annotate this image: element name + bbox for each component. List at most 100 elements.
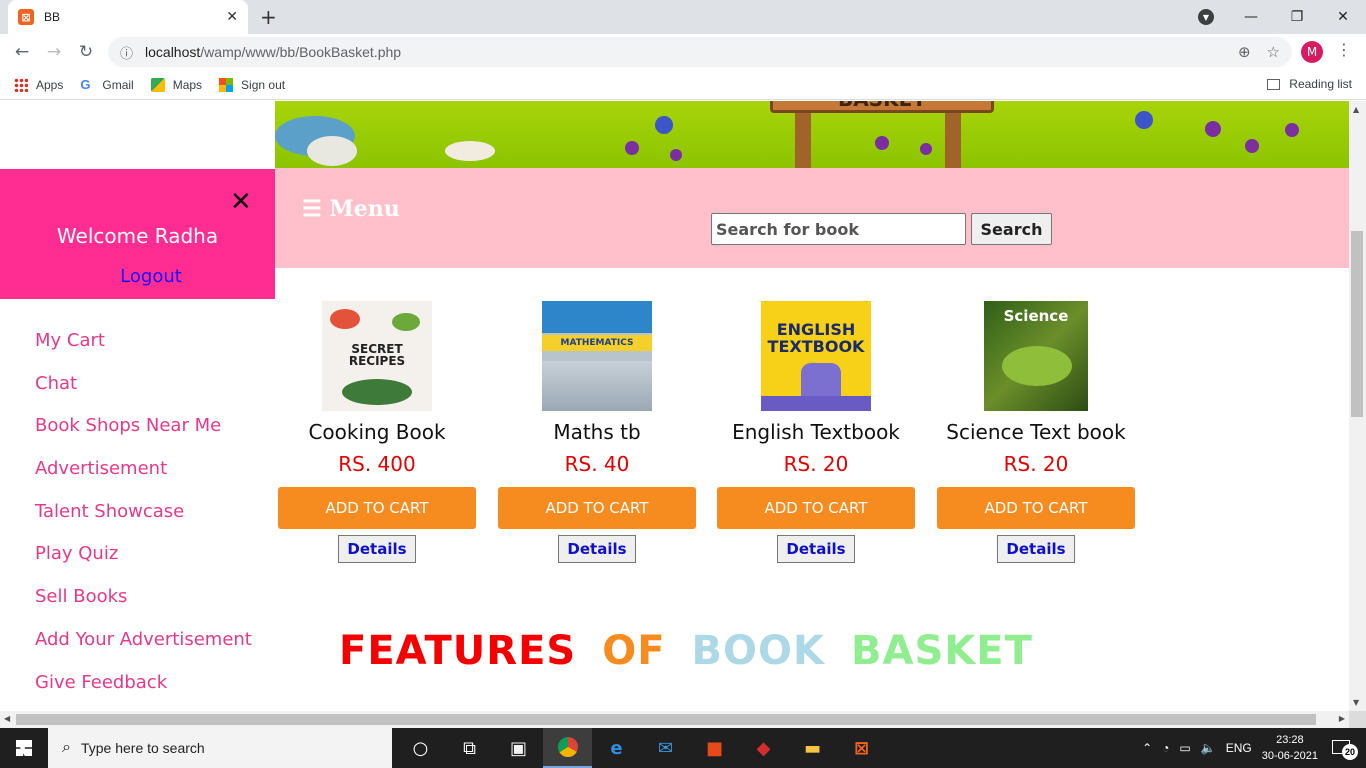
task-view-icon[interactable]: ⧉ bbox=[445, 728, 494, 768]
product-name: English Textbook bbox=[732, 420, 900, 444]
taskbar-search-box[interactable]: ⌕ Type here to search bbox=[48, 728, 392, 768]
volume-icon[interactable]: 🔈 bbox=[1201, 741, 1216, 755]
scroll-up-icon[interactable]: ▲ bbox=[1353, 105, 1359, 114]
add-to-cart-button[interactable]: ADD TO CART bbox=[498, 487, 696, 529]
features-word: FEATURES bbox=[339, 628, 577, 674]
search-input[interactable] bbox=[711, 213, 966, 245]
horizontal-scrollbar[interactable]: ◀ ▶ bbox=[0, 711, 1349, 728]
menu-button[interactable]: ☰ Menu bbox=[302, 196, 400, 222]
store-icon[interactable]: ▣ bbox=[494, 728, 543, 768]
bookmark-maps[interactable]: Maps bbox=[150, 77, 203, 92]
sidebar-item-talent-showcase[interactable]: Talent Showcase bbox=[35, 500, 252, 543]
sidebar-item-chat[interactable]: Chat bbox=[35, 372, 252, 415]
features-word: BOOK bbox=[691, 628, 826, 674]
zoom-icon[interactable]: ⊕ bbox=[1238, 43, 1251, 61]
add-to-cart-button[interactable]: ADD TO CART bbox=[937, 487, 1135, 529]
scrollbar-corner bbox=[1349, 711, 1366, 728]
taskbar-search-placeholder: Type here to search bbox=[80, 740, 205, 756]
reload-icon[interactable]: ↻ bbox=[70, 42, 102, 62]
logout-link[interactable]: Logout bbox=[0, 266, 302, 287]
bookmarks-bar: Apps G Gmail Maps Sign out Reading list bbox=[0, 70, 1366, 100]
bookmark-sign-out[interactable]: Sign out bbox=[219, 77, 286, 92]
url-text[interactable]: localhost/wamp/www/bb/BookBasket.php bbox=[145, 44, 1222, 60]
mail-icon[interactable]: ✉ bbox=[641, 728, 690, 768]
decor-flower bbox=[625, 141, 639, 155]
system-tray: ⌃ ◔ ▭ 🔈 ENG 23:28 30-06-2021 20 bbox=[1142, 728, 1366, 768]
new-tab-icon[interactable]: + bbox=[260, 5, 277, 29]
tray-chevron-icon[interactable]: ⌃ bbox=[1142, 741, 1152, 755]
welcome-text: Welcome Radha bbox=[56, 224, 219, 248]
header-banner: BASKET bbox=[275, 101, 1349, 168]
book-cover-image: ENGLISH TEXTBOOK bbox=[761, 301, 871, 411]
xampp-icon[interactable]: ⊠ bbox=[837, 728, 886, 768]
network-icon[interactable]: ◔ bbox=[1162, 741, 1169, 755]
banner-sign: BASKET bbox=[770, 101, 994, 113]
scroll-down-icon[interactable]: ▼ bbox=[1353, 698, 1359, 707]
windows-taskbar: ⌕ Type here to search ○ ⧉ ▣ e ✉ ■ ◆ ▬ ⊠ … bbox=[0, 728, 1366, 768]
features-word: OF bbox=[602, 628, 666, 674]
site-info-icon[interactable]: ⓘ bbox=[120, 43, 133, 62]
add-to-cart-button[interactable]: ADD TO CART bbox=[717, 487, 915, 529]
horizontal-scroll-thumb[interactable] bbox=[16, 714, 1316, 725]
bookmark-label: Maps bbox=[172, 77, 203, 92]
decor-leaf bbox=[445, 141, 495, 161]
bookmark-label: Sign out bbox=[241, 77, 286, 92]
clock-time: 23:28 bbox=[1276, 734, 1304, 746]
chrome-icon[interactable] bbox=[543, 728, 592, 768]
window-controls: — ❐ ✕ bbox=[1228, 0, 1366, 34]
restore-icon[interactable]: ❐ bbox=[1274, 9, 1320, 25]
apps-grid-icon bbox=[14, 77, 28, 92]
back-icon[interactable]: ← bbox=[6, 42, 38, 62]
windows-start-icon[interactable] bbox=[0, 728, 48, 768]
sidebar-item-sell-books[interactable]: Sell Books bbox=[35, 585, 252, 628]
sign-post bbox=[945, 113, 961, 168]
edge-icon[interactable]: e bbox=[592, 728, 641, 768]
details-button[interactable]: Details bbox=[558, 535, 636, 563]
notification-center-icon[interactable]: 20 bbox=[1330, 738, 1358, 760]
close-window-icon[interactable]: ✕ bbox=[1320, 9, 1366, 25]
url-path: /wamp/www/bb/BookBasket.php bbox=[200, 44, 402, 60]
stack-icon[interactable]: ◆ bbox=[739, 728, 788, 768]
vertical-scroll-thumb[interactable] bbox=[1351, 231, 1363, 417]
cortana-icon[interactable]: ○ bbox=[396, 728, 445, 768]
decor-flower bbox=[1135, 111, 1153, 129]
sidebar-item-my-cart[interactable]: My Cart bbox=[35, 329, 252, 372]
search-button[interactable]: Search bbox=[971, 213, 1052, 245]
sidebar-item-book-shops[interactable]: Book Shops Near Me bbox=[35, 414, 252, 457]
minimize-icon[interactable]: — bbox=[1228, 9, 1274, 25]
vertical-scrollbar[interactable]: ▲ ▼ bbox=[1349, 101, 1366, 711]
maps-icon bbox=[150, 77, 165, 92]
sidebar-item-add-advertisement[interactable]: Add Your Advertisement bbox=[35, 628, 252, 671]
scroll-left-icon[interactable]: ◀ bbox=[4, 714, 10, 723]
bookmark-gmail[interactable]: G Gmail bbox=[80, 77, 133, 92]
details-button[interactable]: Details bbox=[338, 535, 416, 563]
book-cover-image: SECRET RECIPES bbox=[322, 301, 432, 411]
browser-menu-icon[interactable]: ⋮ bbox=[1336, 40, 1352, 59]
forward-icon[interactable]: → bbox=[38, 42, 70, 62]
decor-veg bbox=[392, 313, 420, 331]
profile-avatar[interactable]: M bbox=[1301, 41, 1323, 63]
add-to-cart-button[interactable]: ADD TO CART bbox=[278, 487, 476, 529]
details-button[interactable]: Details bbox=[997, 535, 1075, 563]
clock[interactable]: 23:28 30-06-2021 bbox=[1262, 732, 1318, 764]
sidebar-item-give-feedback[interactable]: Give Feedback bbox=[35, 671, 252, 712]
reading-list[interactable]: Reading list bbox=[1267, 77, 1352, 91]
sidebar-item-play-quiz[interactable]: Play Quiz bbox=[35, 542, 252, 585]
office-icon[interactable]: ■ bbox=[690, 728, 739, 768]
bookmark-star-icon[interactable]: ☆ bbox=[1267, 43, 1280, 61]
file-explorer-icon[interactable]: ▬ bbox=[788, 728, 837, 768]
details-button[interactable]: Details bbox=[777, 535, 855, 563]
product-card: SECRET RECIPES Cooking Book RS. 400 ADD … bbox=[278, 301, 476, 563]
product-name: Science Text book bbox=[946, 420, 1126, 444]
decor-stripe bbox=[542, 361, 652, 411]
close-icon[interactable]: ✕ bbox=[230, 189, 252, 215]
sidebar-item-advertisement[interactable]: Advertisement bbox=[35, 457, 252, 500]
bookmark-apps[interactable]: Apps bbox=[14, 77, 63, 92]
tab-close-icon[interactable]: ✕ bbox=[226, 9, 238, 25]
language-indicator[interactable]: ENG bbox=[1226, 741, 1252, 755]
browser-tab[interactable]: ⊠ BB ✕ bbox=[8, 0, 248, 34]
address-bar[interactable]: ⓘ localhost/wamp/www/bb/BookBasket.php ⊕… bbox=[108, 37, 1292, 67]
tab-search-icon[interactable]: ▼ bbox=[1198, 9, 1214, 25]
battery-icon[interactable]: ▭ bbox=[1179, 741, 1190, 755]
scroll-right-icon[interactable]: ▶ bbox=[1339, 714, 1345, 723]
